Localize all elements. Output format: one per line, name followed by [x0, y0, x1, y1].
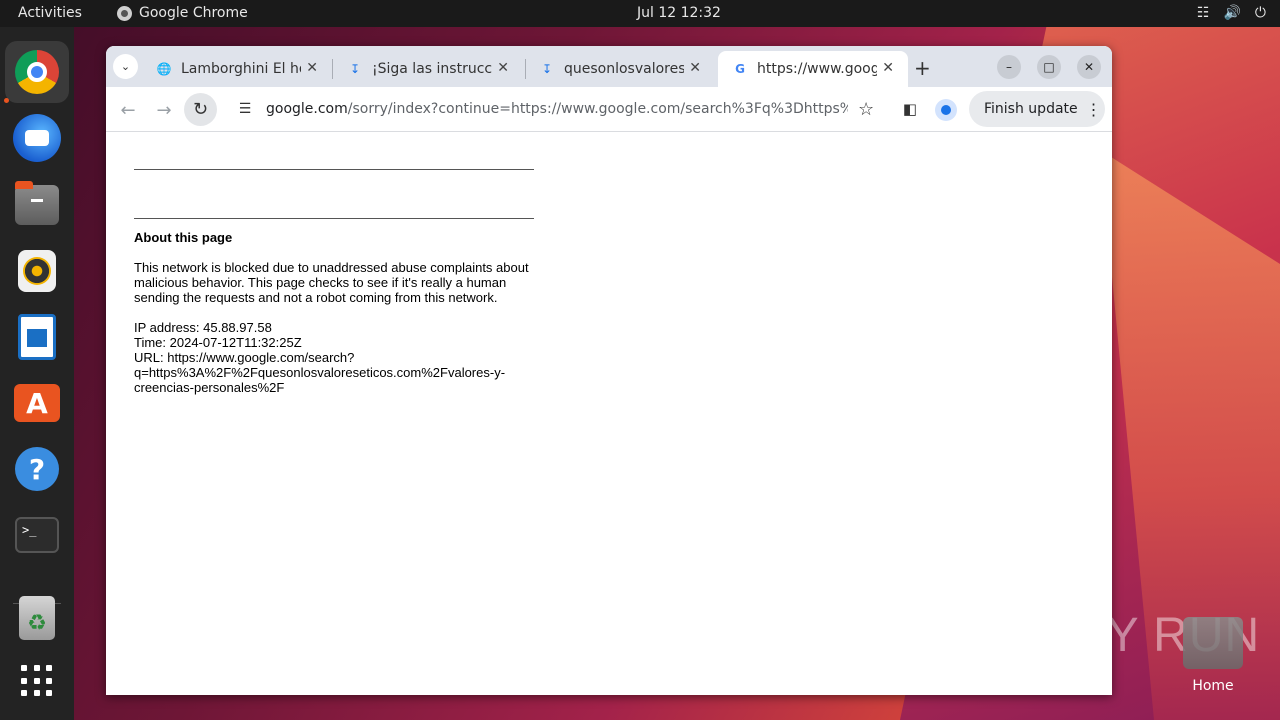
rhythmbox-icon [18, 250, 56, 292]
tab-title: quesonlosvaloreseticos [564, 61, 684, 77]
close-window-button[interactable]: ✕ [1077, 55, 1101, 79]
google-icon: G [735, 62, 745, 76]
help-icon: ? [15, 447, 59, 491]
app-name: Google Chrome [139, 5, 248, 21]
url-path: /sorry/index?continue=https://www.google… [347, 101, 848, 117]
page-content: About this page This network is blocked … [106, 133, 1112, 695]
dock-thunderbird[interactable] [12, 113, 62, 163]
download-icon: ↧ [541, 62, 553, 76]
tab-title: Lamborghini El hombre [181, 61, 301, 77]
trash-icon: ♻ [19, 596, 55, 640]
forward-button[interactable]: → [149, 95, 179, 125]
finish-update-label: Finish update [984, 101, 1078, 117]
reload-button[interactable]: ↻ [184, 93, 217, 126]
maximize-button[interactable]: □ [1037, 55, 1061, 79]
url-text[interactable]: google.com/sorry/index?continue=https://… [266, 101, 848, 117]
download-icon: ↧ [349, 62, 361, 76]
tab-title: ¡Siga las instrucciones [372, 61, 492, 77]
tab-search-button[interactable]: ⌄ [113, 54, 138, 79]
tab-title: https://www.google.com [757, 61, 877, 77]
minimize-button[interactable]: – [997, 55, 1021, 79]
app-grid-icon [21, 665, 53, 697]
tab-0[interactable]: 🌐 Lamborghini El hombre ✕ [142, 51, 332, 87]
block-explanation: This network is blocked due to unaddress… [134, 260, 529, 305]
request-url: URL: https://www.google.com/search? q=ht… [134, 350, 506, 395]
volume-icon: 🔊 [1223, 5, 1241, 21]
close-icon: ✕ [1083, 60, 1095, 74]
home-label[interactable]: Home [1175, 678, 1251, 694]
tab-2[interactable]: ↧ quesonlosvaloreseticos ✕ [525, 51, 715, 87]
profile-avatar[interactable] [935, 99, 957, 121]
menu-dots-icon: ⋮ [1085, 99, 1102, 119]
close-icon[interactable]: ✕ [497, 60, 509, 76]
writer-icon [18, 314, 56, 360]
bookmark-star-icon[interactable]: ☆ [858, 99, 874, 120]
dock-app-grid[interactable] [12, 656, 62, 706]
terminal-icon: >_ [15, 517, 59, 553]
dock-app-center[interactable]: A [12, 378, 62, 428]
page-heading: About this page [134, 230, 233, 245]
chrome-small-icon [117, 5, 132, 21]
dock-chrome[interactable] [5, 41, 69, 103]
thunderbird-icon [13, 114, 61, 162]
tab-1[interactable]: ↧ ¡Siga las instrucciones ✕ [333, 51, 523, 87]
divider [134, 169, 534, 170]
reload-icon: ↻ [192, 99, 209, 120]
minimize-icon: – [1006, 60, 1012, 74]
chrome-icon [15, 50, 59, 94]
close-icon[interactable]: ✕ [882, 60, 894, 76]
dock-writer[interactable] [12, 312, 62, 362]
close-icon[interactable]: ✕ [306, 60, 318, 76]
maximize-icon: □ [1043, 60, 1055, 74]
timestamp: Time: 2024-07-12T11:32:25Z [134, 335, 302, 350]
files-icon [15, 181, 59, 225]
app-center-icon: A [14, 384, 60, 422]
app-menu[interactable]: Google Chrome [117, 5, 248, 21]
request-info: IP address: 45.88.97.58 Time: 2024-07-12… [134, 320, 544, 395]
power-icon: ⏻ [1254, 5, 1266, 21]
url-domain: google.com [266, 101, 348, 117]
dock-trash[interactable]: ♻ [12, 593, 62, 643]
network-icon: ☷ [1196, 5, 1210, 21]
address-bar[interactable]: ☰ google.com/sorry/index?continue=https:… [224, 91, 884, 127]
toolbar: ← → ↻ ☰ google.com/sorry/index?continue=… [106, 87, 1112, 132]
close-icon[interactable]: ✕ [689, 60, 701, 76]
forward-arrow-icon: → [156, 99, 172, 121]
ip-address: IP address: 45.88.97.58 [134, 320, 272, 335]
side-panel-icon[interactable]: ◧ [900, 99, 920, 119]
dock-rhythmbox[interactable] [12, 246, 62, 296]
back-arrow-icon: ← [120, 99, 136, 121]
activities-button[interactable]: Activities [18, 5, 82, 21]
dock: A ? >_ ♻ [0, 27, 74, 720]
dock-files[interactable] [12, 180, 62, 230]
chevron-down-icon: ⌄ [120, 60, 131, 73]
divider [134, 218, 534, 219]
finish-update-button[interactable]: Finish update ⋮ [969, 91, 1105, 127]
back-button[interactable]: ← [113, 95, 143, 125]
home-folder-icon[interactable] [1183, 617, 1243, 669]
new-tab-button[interactable]: + [914, 56, 931, 80]
globe-icon: 🌐 [156, 62, 172, 76]
chrome-window: ⌄ 🌐 Lamborghini El hombre ✕ ↧ ¡Siga las … [106, 46, 1112, 695]
clock[interactable]: Jul 12 12:32 [637, 5, 721, 21]
site-info-icon[interactable]: ☰ [228, 101, 262, 117]
system-tray[interactable]: ☷ 🔊 ⏻ [1197, 5, 1266, 21]
top-bar: Activities Google Chrome Jul 12 12:32 ☷ … [0, 0, 1280, 27]
running-indicator [4, 98, 9, 103]
tab-strip: ⌄ 🌐 Lamborghini El hombre ✕ ↧ ¡Siga las … [106, 46, 1112, 87]
dock-terminal[interactable]: >_ [12, 510, 62, 560]
dock-help[interactable]: ? [12, 444, 62, 494]
tab-3[interactable]: G https://www.google.com ✕ [718, 51, 908, 87]
